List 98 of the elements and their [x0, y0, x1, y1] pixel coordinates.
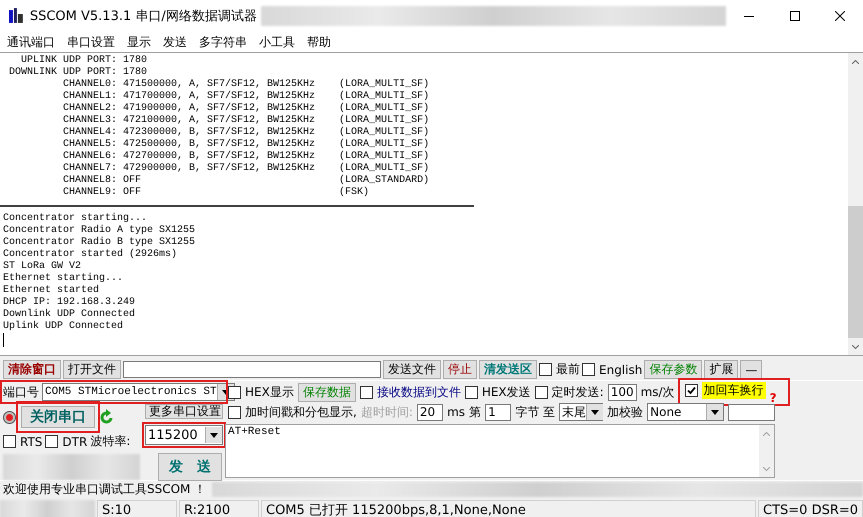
input-field[interactable]: 100 [608, 384, 637, 400]
menu-item[interactable]: 帮助 [307, 34, 331, 50]
checkbox[interactable] [228, 386, 241, 398]
scrollbar-thumb[interactable] [848, 206, 863, 338]
scrollbar[interactable] [848, 53, 863, 355]
log-line: Concentrator starting... [3, 213, 148, 224]
log-line: DOWNLINK UDP PORT: 1780 [8, 67, 148, 79]
log-line: CHANNEL4: 472300000, B, SF7/SF12, BW125KHz (LORA_MULTI_SF) [62, 127, 430, 138]
menu-item[interactable]: 串口设置 [67, 34, 115, 50]
log-line: Ethernet starting... [3, 273, 124, 284]
dropdown[interactable]: 末尾 [559, 403, 604, 421]
checkbox[interactable] [534, 386, 548, 398]
log-line: CHANNEL8: OFF (LORA_STANDARD) [62, 175, 430, 186]
checkbox-label: English [599, 362, 642, 376]
dropdown[interactable]: None [647, 403, 724, 421]
refresh-icon[interactable] [100, 409, 114, 425]
button[interactable]: 发送文件 [383, 360, 441, 379]
menu-item[interactable]: 发送 [163, 34, 187, 50]
button[interactable]: 清除窗口 [3, 360, 61, 379]
checkbox-label: HEX发送 [482, 384, 531, 400]
log-line: CHANNEL9: OFF (FSK) [62, 187, 370, 199]
checkbox[interactable] [45, 435, 58, 448]
checkbox-label: 最前 [556, 361, 580, 378]
label: 第 [469, 404, 482, 420]
input-field[interactable]: 20 [416, 404, 444, 420]
label: 波特率: [90, 433, 130, 450]
button[interactable]: 停止 [443, 360, 477, 379]
button[interactable]: — [740, 360, 762, 379]
button[interactable]: 关闭串口 [21, 406, 95, 428]
caret-icon [591, 410, 600, 414]
checkbox[interactable] [539, 363, 552, 376]
log-line: CHANNEL5: 472500000, B, SF7/SF12, BW125KHz (LORA_MULTI_SF) [62, 139, 430, 150]
caret-icon [710, 410, 719, 414]
status-cell: S:10 [97, 500, 177, 517]
button[interactable]: 保存参数 [644, 360, 702, 379]
input-field[interactable]: 1 [485, 404, 512, 420]
menu-item[interactable]: 通讯端口 [7, 34, 55, 50]
scroll-down-icon[interactable] [852, 344, 859, 348]
label: 加校验 [607, 404, 644, 420]
checkbox[interactable] [684, 384, 698, 397]
menu-item[interactable]: 小工具 [259, 34, 295, 50]
button[interactable]: 更多串口设置 [145, 404, 223, 419]
status-lamp-icon [3, 410, 16, 424]
log-line: Ethernet started [3, 285, 100, 297]
checkbox-label: DTR [62, 434, 88, 448]
checkbox[interactable] [582, 363, 595, 376]
button[interactable]: 扩展 [704, 360, 738, 379]
maximize-icon [790, 11, 800, 21]
help-mark: ? [770, 391, 777, 405]
label: 端口号 [3, 384, 39, 400]
log-line: CHANNEL1: 471700000, A, SF7/SF12, BW125KHz (LORA_MULTI_SF) [62, 91, 430, 102]
label: ms [447, 405, 466, 419]
checkbox[interactable] [464, 386, 478, 398]
marquee-text: 欢迎使用专业串口调试工具SSCOM ！ [2, 481, 208, 498]
send-button[interactable]: 发 送 [158, 453, 222, 481]
checkbox[interactable] [360, 386, 373, 398]
log-line: Concentrator Radio A type SX1255 [3, 225, 196, 236]
log-line: Concentrator started (2926ms) [3, 249, 178, 261]
checkbox-label: RTS [20, 434, 42, 448]
log-line: CHANNEL7: 472900000, B, SF7/SF12, BW125KHz (LORA_MULTI_SF) [62, 163, 430, 174]
log-line: CHANNEL2: 471900000, A, SF7/SF12, BW125KHz (LORA_MULTI_SF) [62, 103, 430, 114]
window-title: SSCOM V5.13.1 串口/网络数据调试器 [30, 8, 257, 25]
log-line: ST LoRa GW V2 [3, 261, 82, 272]
label: ms/次 [640, 384, 675, 400]
text-cursor [3, 333, 4, 347]
dropdown[interactable]: COM5 STMicroelectronics ST [42, 383, 235, 401]
log-line: CHANNEL0: 471500000, A, SF7/SF12, BW125KHz (LORA_MULTI_SF) [62, 79, 430, 90]
button[interactable]: 打开文件 [63, 360, 121, 379]
checkbox-label: HEX显示 [245, 384, 294, 400]
menu-item[interactable]: 多字符串 [199, 34, 247, 50]
log-line: CHANNEL6: 472700000, B, SF7/SF12, BW125KHz (LORA_MULTI_SF) [62, 151, 430, 162]
close-icon [835, 11, 846, 21]
label: 字节 至 [515, 404, 556, 420]
status-cell: COM5 已打开 115200bps,8,1,None,None [261, 500, 756, 517]
menu-item[interactable]: 显示 [127, 34, 151, 50]
log-line: Concentrator Radio B type SX1255 [3, 237, 196, 248]
log-line: DHCP IP: 192.168.3.249 [3, 297, 136, 308]
dropdown[interactable]: 115200 [145, 425, 223, 445]
status-cell: R:2100 [179, 500, 259, 517]
button[interactable]: 保存数据 [298, 382, 356, 402]
checkbox[interactable] [3, 435, 16, 448]
caret-icon [210, 432, 218, 438]
checkbox-label: 加时间戳和分包显示, [245, 404, 357, 420]
app-icon [8, 8, 24, 24]
label: 超时时间: [360, 404, 413, 420]
input-field[interactable] [728, 404, 775, 420]
log-line: CHANNEL3: 472100000, A, SF7/SF12, BW125KHz (LORA_MULTI_SF) [62, 115, 430, 126]
log-line: Uplink UDP Connected [3, 321, 124, 333]
status-cell: CTS=0 DSR=0 [758, 500, 863, 517]
log-line: Downlink UDP Connected [3, 309, 136, 320]
scroll-up-icon[interactable] [852, 60, 859, 64]
checkbox[interactable] [228, 406, 241, 418]
log-line: UPLINK UDP PORT: 1780 [20, 55, 148, 67]
checkbox-label: 定时发送: [552, 384, 604, 400]
input-field[interactable] [123, 361, 381, 378]
checkbox-label: 加回车换行 [702, 382, 766, 399]
checkbox-label: 接收数据到文件 [376, 384, 461, 400]
button[interactable]: 清发送区 [479, 360, 537, 379]
